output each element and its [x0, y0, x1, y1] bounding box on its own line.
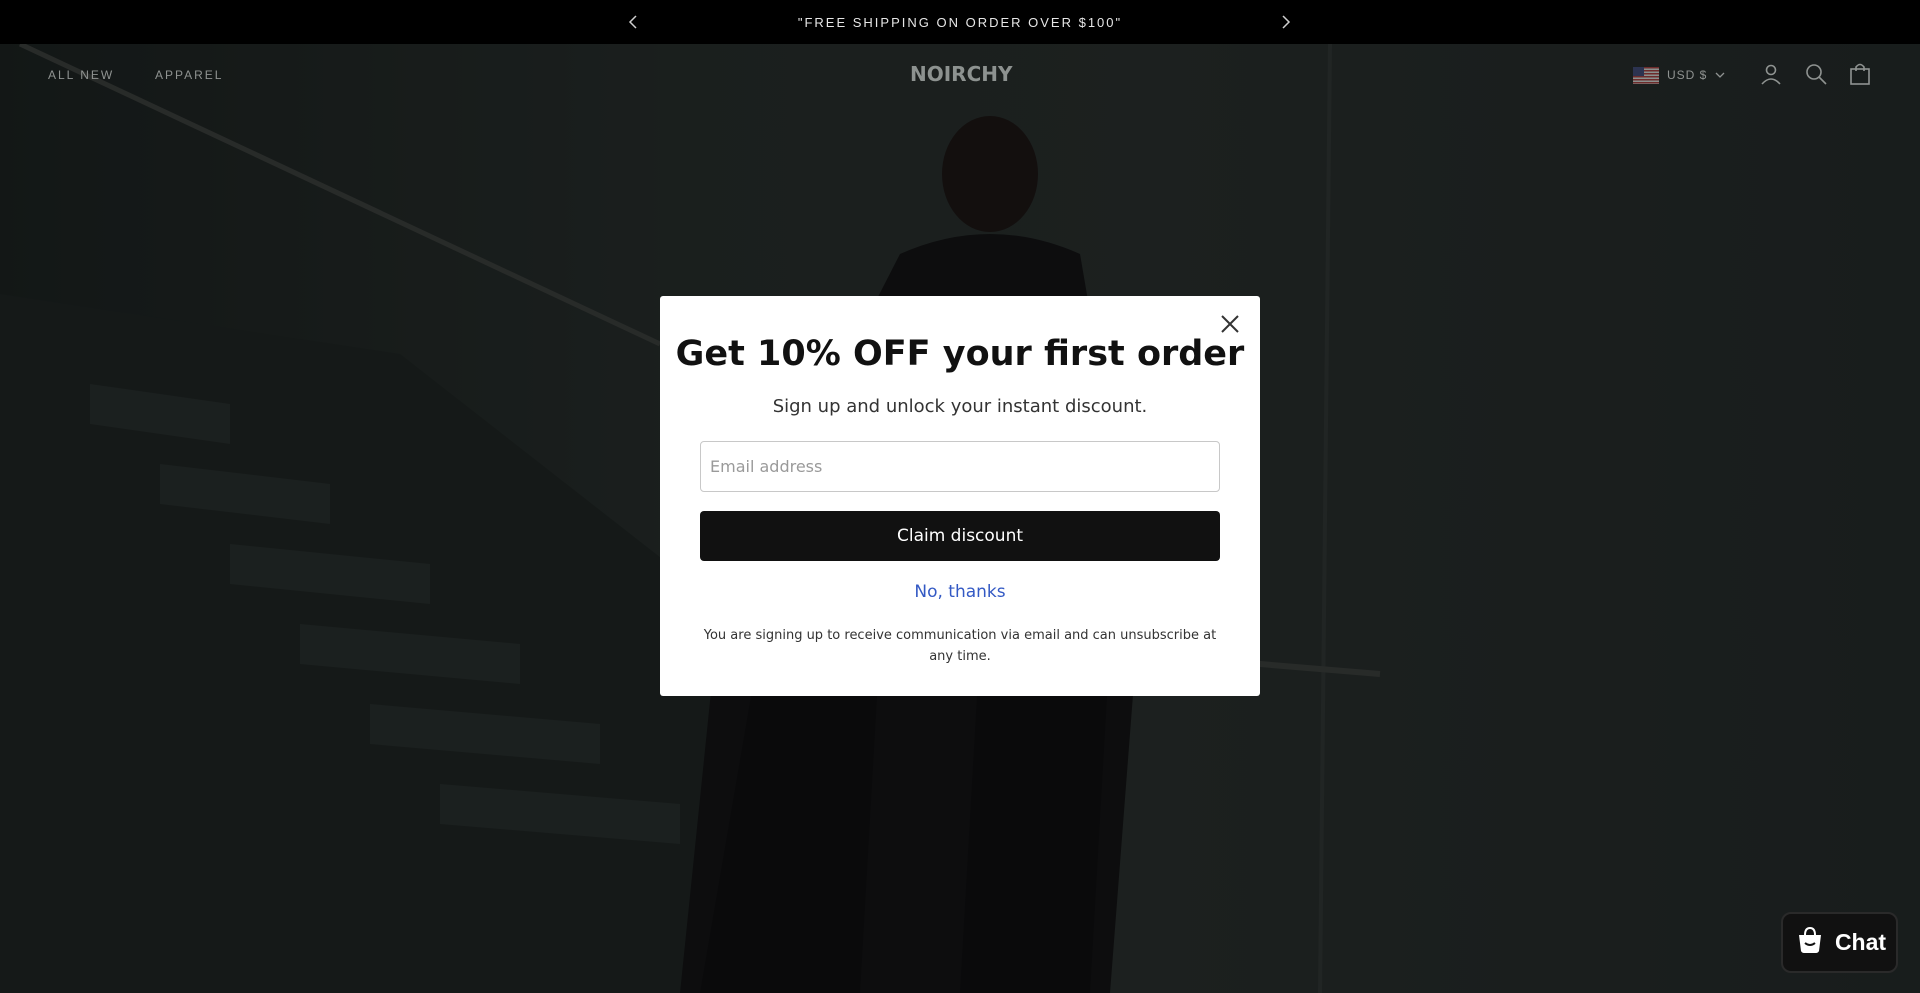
nav-all-new[interactable]: ALL NEW: [48, 68, 114, 82]
currency-selector[interactable]: USD $: [1633, 64, 1725, 86]
chevron-right-icon[interactable]: [1276, 12, 1296, 32]
us-flag-icon: [1633, 66, 1659, 84]
chat-bag-icon: [1793, 925, 1827, 961]
legal-text: You are signing up to receive communicat…: [703, 628, 1217, 664]
email-field[interactable]: [700, 441, 1220, 492]
site-header: ALL NEW APPAREL NOIRCHY USD $: [0, 44, 1920, 104]
popup-subtitle: Sign up and unlock your instant discount…: [772, 396, 1148, 417]
nav-apparel[interactable]: APPAREL: [155, 68, 223, 82]
no-thanks-link[interactable]: No, thanks: [660, 582, 1260, 602]
search-icon[interactable]: [1804, 62, 1828, 86]
chat-button[interactable]: Chat: [1781, 912, 1898, 973]
announcement-bar: "FREE SHIPPING ON ORDER OVER $100": [0, 0, 1920, 44]
popup-title: Get 10% OFF your first order: [675, 334, 1245, 374]
chevron-down-icon: [1715, 68, 1725, 82]
brand-logo[interactable]: NOIRCHY: [910, 62, 1012, 86]
cart-icon[interactable]: [1848, 62, 1872, 86]
chevron-left-icon[interactable]: [623, 12, 643, 32]
account-icon[interactable]: [1759, 62, 1783, 86]
claim-discount-button[interactable]: Claim discount: [700, 511, 1220, 561]
announcement-text: "FREE SHIPPING ON ORDER OVER $100": [797, 14, 1123, 30]
discount-popup: Get 10% OFF your first order Sign up and…: [660, 296, 1260, 696]
currency-label: USD $: [1667, 68, 1708, 82]
chat-label: Chat: [1834, 929, 1887, 955]
